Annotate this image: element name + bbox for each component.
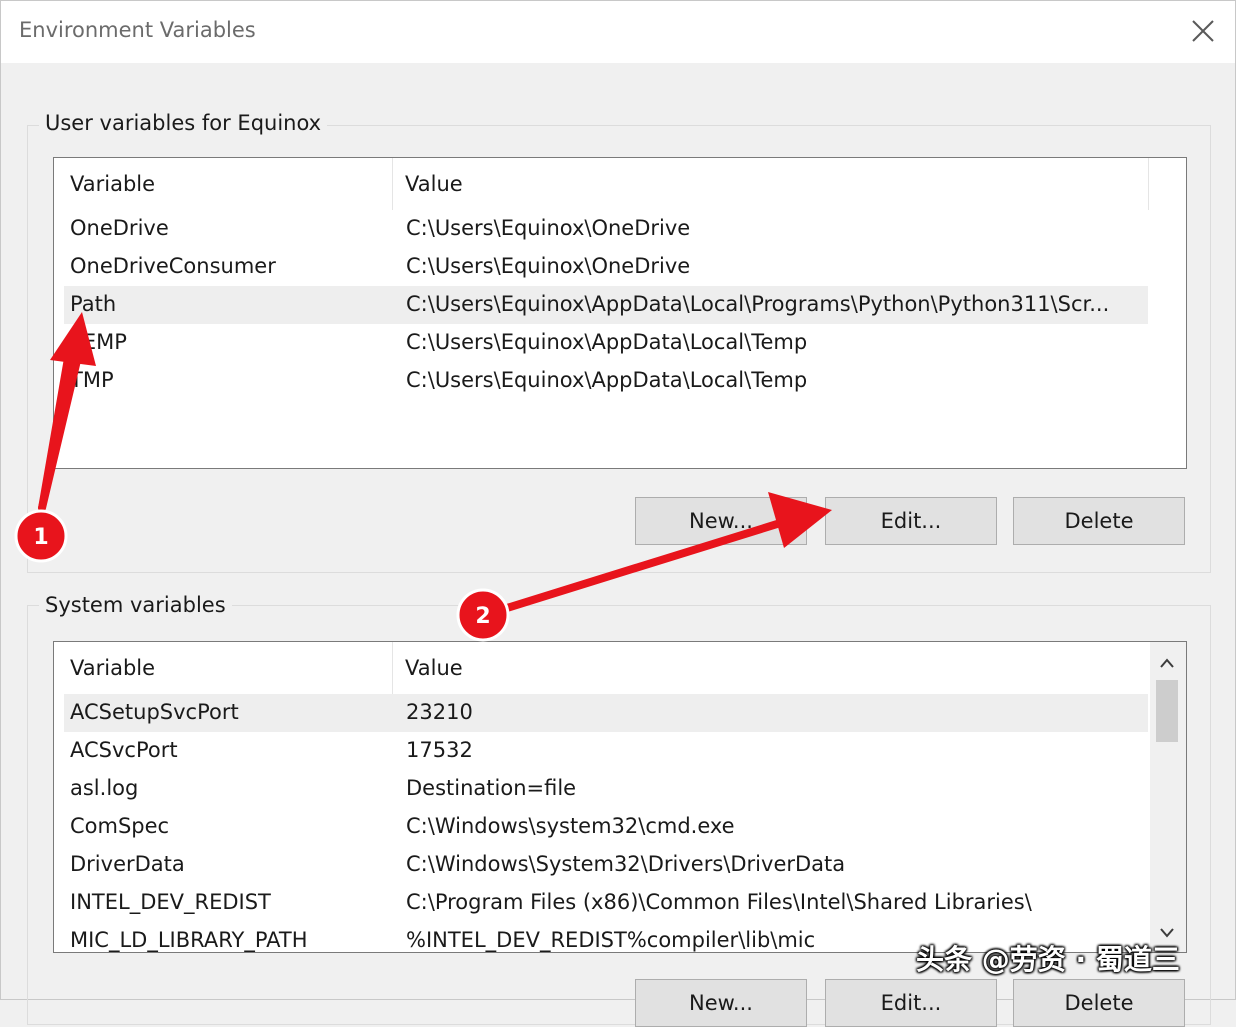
system-new-button[interactable]: New...: [635, 979, 807, 1027]
vertical-scrollbar[interactable]: [1150, 642, 1186, 952]
variable-value: C:\Windows\system32\cmd.exe: [406, 814, 735, 838]
variable-name: ACSvcPort: [70, 738, 178, 762]
list-item[interactable]: asl.log Destination=file: [64, 770, 1148, 808]
variable-name: INTEL_DEV_REDIST: [70, 890, 271, 914]
user-list-header: Variable Value: [54, 158, 1186, 210]
list-item[interactable]: DriverData C:\Windows\System32\Drivers\D…: [64, 846, 1148, 884]
variable-name: MIC_LD_LIBRARY_PATH: [70, 928, 308, 952]
variable-name: TMP: [70, 368, 114, 392]
column-header-value[interactable]: Value: [405, 172, 463, 196]
list-item[interactable]: INTEL_DEV_REDIST C:\Program Files (x86)\…: [64, 884, 1148, 922]
list-item[interactable]: OneDrive C:\Users\Equinox\OneDrive: [64, 210, 1148, 248]
column-header-variable[interactable]: Variable: [70, 656, 155, 680]
variable-name: DriverData: [70, 852, 185, 876]
close-button[interactable]: [1185, 13, 1221, 49]
column-header-variable[interactable]: Variable: [70, 172, 155, 196]
system-variables-label: System variables: [39, 593, 232, 617]
variable-value: %INTEL_DEV_REDIST%compiler\lib\mic: [406, 928, 815, 952]
list-item[interactable]: ComSpec C:\Windows\system32\cmd.exe: [64, 808, 1148, 846]
system-variables-list[interactable]: Variable Value ACSetupSvcPort 23210 ACSv…: [53, 641, 1187, 953]
variable-value: C:\Users\Equinox\AppData\Local\Temp: [406, 368, 807, 392]
column-divider[interactable]: [392, 642, 393, 694]
column-divider[interactable]: [392, 158, 393, 210]
user-edit-button[interactable]: Edit...: [825, 497, 997, 545]
list-item-path-selected[interactable]: Path C:\Users\Equinox\AppData\Local\Prog…: [64, 286, 1148, 324]
variable-value: C:\Users\Equinox\AppData\Local\Programs\…: [406, 292, 1109, 316]
user-delete-button[interactable]: Delete: [1013, 497, 1185, 545]
variable-name: Path: [70, 292, 116, 316]
user-variables-label: User variables for Equinox: [39, 111, 327, 135]
window-title: Environment Variables: [19, 18, 256, 42]
environment-variables-dialog: Environment Variables User variables for…: [0, 0, 1236, 1000]
chevron-up-icon: [1159, 657, 1175, 669]
column-divider[interactable]: [1148, 158, 1149, 210]
list-item[interactable]: OneDriveConsumer C:\Users\Equinox\OneDri…: [64, 248, 1148, 286]
variable-value: Destination=file: [406, 776, 576, 800]
system-edit-button[interactable]: Edit...: [825, 979, 997, 1027]
variable-value: C:\Users\Equinox\OneDrive: [406, 254, 690, 278]
user-variables-list[interactable]: Variable Value OneDrive C:\Users\Equinox…: [53, 157, 1187, 469]
scroll-up-button[interactable]: [1150, 646, 1184, 680]
system-delete-button[interactable]: Delete: [1013, 979, 1185, 1027]
variable-name: ACSetupSvcPort: [70, 700, 239, 724]
system-list-header: Variable Value: [54, 642, 1186, 694]
title-bar: Environment Variables: [1, 1, 1235, 63]
list-item[interactable]: ACSetupSvcPort 23210: [64, 694, 1148, 732]
variable-value: C:\Windows\System32\Drivers\DriverData: [406, 852, 845, 876]
list-item[interactable]: ACSvcPort 17532: [64, 732, 1148, 770]
column-header-value[interactable]: Value: [405, 656, 463, 680]
variable-value: 23210: [406, 700, 473, 724]
close-icon: [1185, 13, 1221, 49]
variable-value: C:\Program Files (x86)\Common Files\Inte…: [406, 890, 1032, 914]
variable-name: asl.log: [70, 776, 138, 800]
variable-value: 17532: [406, 738, 473, 762]
user-new-button[interactable]: New...: [635, 497, 807, 545]
variable-name: ComSpec: [70, 814, 169, 838]
variable-value: C:\Users\Equinox\AppData\Local\Temp: [406, 330, 807, 354]
variable-name: OneDriveConsumer: [70, 254, 276, 278]
scrollbar-thumb[interactable]: [1156, 680, 1178, 742]
watermark-text: 头条 @劳资 · 蜀道三: [916, 938, 1180, 978]
list-item[interactable]: TMP C:\Users\Equinox\AppData\Local\Temp: [64, 362, 1148, 400]
variable-name: TEMP: [70, 330, 127, 354]
variable-name: OneDrive: [70, 216, 169, 240]
variable-value: C:\Users\Equinox\OneDrive: [406, 216, 690, 240]
list-item[interactable]: TEMP C:\Users\Equinox\AppData\Local\Temp: [64, 324, 1148, 362]
